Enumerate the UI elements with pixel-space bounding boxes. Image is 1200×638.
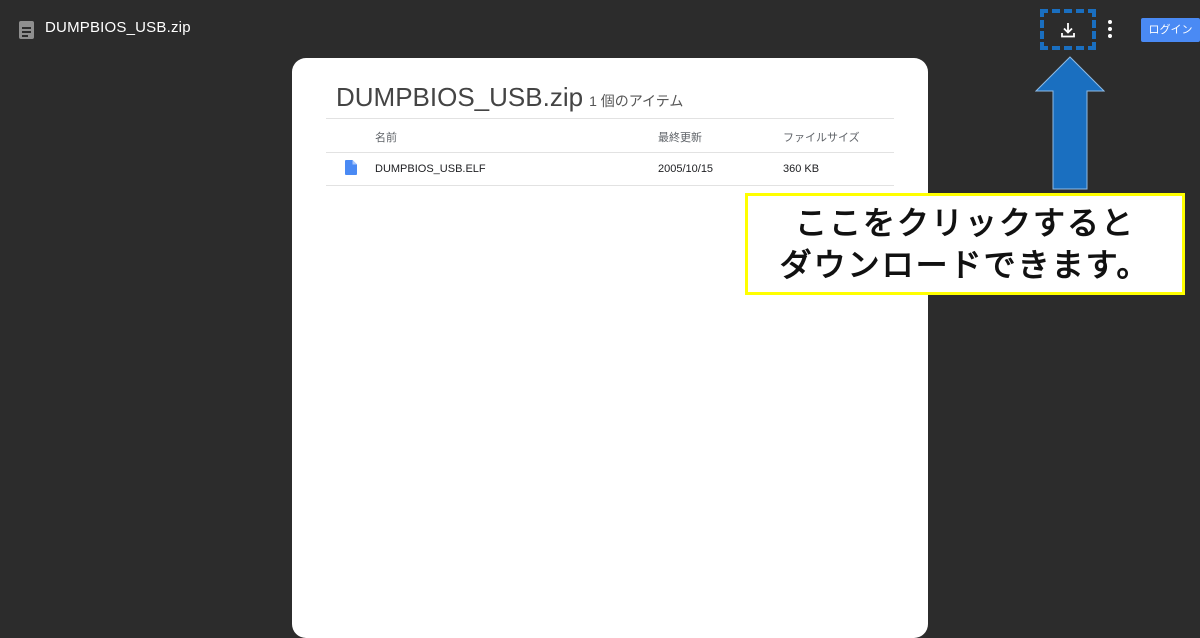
callout-line-2: ダウンロードできます。 (779, 246, 1151, 284)
column-header-name[interactable]: 名前 (375, 129, 397, 145)
top-bar: DUMPBIOS_USB.zip ログイン (0, 0, 1200, 58)
archive-contents-card: DUMPBIOS_USB.zip 1 個のアイテム 名前 最終更新 ファイルサイズ… (292, 58, 928, 638)
download-button[interactable] (1040, 10, 1098, 51)
callout-line-1: ここをクリックすると (794, 204, 1135, 242)
instruction-callout: ここをクリックすると ダウンロードできます。 (745, 193, 1185, 295)
up-arrow-annotation (1035, 56, 1105, 190)
header-top-divider (326, 118, 894, 119)
document-icon (345, 160, 357, 175)
archive-name: DUMPBIOS_USB.zip (336, 82, 584, 112)
file-name: DUMPBIOS_USB.ELF (375, 163, 486, 175)
login-button[interactable]: ログイン (1141, 18, 1200, 42)
download-icon (1061, 23, 1075, 38)
zip-file-icon (19, 21, 34, 39)
file-modified: 2005/10/15 (658, 163, 714, 175)
more-options-button[interactable] (1103, 19, 1117, 41)
column-header-modified[interactable]: 最終更新 (658, 129, 702, 145)
column-header-size[interactable]: ファイルサイズ (783, 129, 860, 145)
item-count: 1 個のアイテム (589, 93, 684, 109)
file-row[interactable]: DUMPBIOS_USB.ELF 2005/10/15 360 KB (326, 153, 894, 186)
more-vert-icon (1108, 20, 1112, 24)
row-divider (326, 185, 894, 186)
card-heading: DUMPBIOS_USB.zip 1 個のアイテム (336, 82, 683, 113)
file-size: 360 KB (783, 163, 820, 175)
file-title: DUMPBIOS_USB.zip (45, 19, 191, 36)
